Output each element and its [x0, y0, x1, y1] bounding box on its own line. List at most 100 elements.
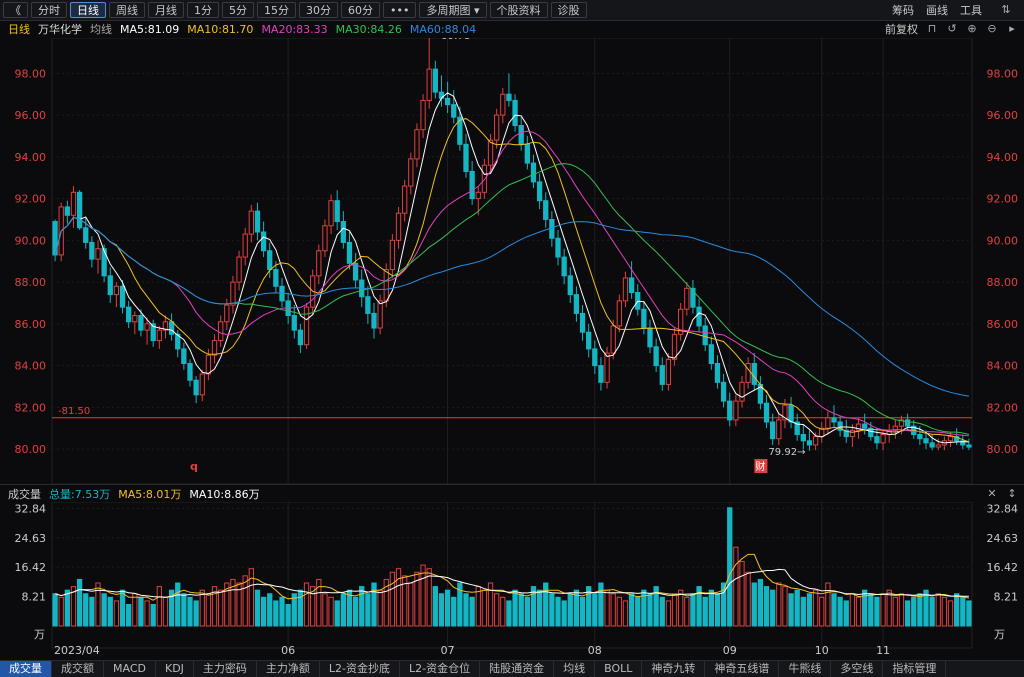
candle-body	[402, 185, 408, 214]
period-tab-9[interactable]: •••	[383, 2, 417, 18]
period-tab-12[interactable]: 诊股	[550, 2, 587, 18]
indicator-tab-0[interactable]: 成交量	[0, 661, 52, 677]
indicator-tab-2[interactable]: MACD	[104, 661, 156, 677]
volume-bar	[156, 586, 162, 627]
lock-icon[interactable]: ⊓	[926, 23, 938, 35]
volume-bar	[941, 596, 948, 627]
volume-title: 成交量	[8, 488, 41, 501]
volume-tick-label-right: 32.84	[987, 502, 1019, 515]
expand-icon[interactable]: ↕	[1006, 488, 1018, 500]
volume-bar	[365, 593, 371, 627]
candle-body	[230, 281, 236, 306]
volume-legend: 成交量 总量:7.53万 MA5:8.01万 MA10:8.86万 ✕ ↕	[0, 484, 1024, 503]
stock-name: 万华化学	[38, 23, 82, 36]
indicator-tab-13[interactable]: 牛熊线	[779, 661, 832, 677]
volume-bar	[193, 600, 199, 627]
volume-bar	[248, 568, 254, 627]
ma-style[interactable]: 均线	[90, 21, 112, 37]
period-tab-11[interactable]: 个股资料	[489, 2, 548, 18]
period-tab-8[interactable]: 60分	[341, 2, 380, 18]
period-tab-4[interactable]: 1分	[187, 2, 219, 18]
indicator-tab-5[interactable]: 主力净额	[257, 661, 320, 677]
tools-button[interactable]: 工具	[960, 2, 982, 18]
candle-body	[598, 365, 604, 383]
adjust-button[interactable]: 前复权	[885, 21, 918, 37]
undo-icon[interactable]: ↺	[946, 23, 958, 35]
period-tab-1[interactable]: 日线	[70, 2, 106, 18]
volume-bar	[451, 596, 457, 627]
share-icon[interactable]: ⇅	[1000, 4, 1012, 16]
volume-bar	[892, 596, 898, 627]
volume-bar	[751, 582, 757, 627]
volume-bar	[800, 596, 806, 627]
ma20-line	[54, 130, 969, 437]
candle-body	[849, 429, 856, 438]
volume-bar	[708, 589, 714, 627]
candle-body	[168, 321, 175, 335]
indicator-tab-1[interactable]: 成交额	[52, 661, 104, 677]
close-icon[interactable]: ✕	[986, 488, 998, 500]
volume-tick-label: 24.63	[15, 532, 47, 545]
indicator-tab-11[interactable]: 神奇九转	[642, 661, 706, 677]
volume-bar	[420, 564, 426, 627]
indicator-tab-8[interactable]: 陆股通资金	[480, 661, 555, 677]
indicator-tab-4[interactable]: 主力密码	[194, 661, 257, 677]
candle-body	[567, 275, 573, 296]
y-tick-label: 86.00	[15, 318, 47, 331]
candle-body	[444, 97, 451, 106]
period-tab-6[interactable]: 15分	[257, 2, 296, 18]
y-tick-label-right: 92.00	[987, 193, 1019, 206]
indicator-tab-14[interactable]: 多空线	[831, 661, 884, 677]
next-icon[interactable]: ▸	[1006, 23, 1018, 35]
indicator-tab-10[interactable]: BOLL	[595, 661, 643, 677]
volume-bar	[665, 600, 672, 627]
volume-bar	[187, 596, 193, 627]
indicator-tab-7[interactable]: L2-资金仓位	[400, 661, 481, 677]
period-tab-0[interactable]: 分时	[31, 2, 67, 18]
volume-bar	[162, 596, 169, 627]
period-tab-2[interactable]: 周线	[109, 2, 145, 18]
candle-body	[610, 325, 616, 354]
volume-bar	[475, 586, 481, 627]
volume-bar	[260, 596, 267, 627]
volume-bar	[444, 589, 451, 627]
chips-button[interactable]: 筹码	[892, 2, 914, 18]
indicator-tab-12[interactable]: 神奇五线谱	[705, 661, 780, 677]
volume-bar	[64, 589, 70, 627]
candle-body	[487, 139, 494, 166]
period-tab-5[interactable]: 5分	[222, 2, 254, 18]
indicator-tab-6[interactable]: L2-资金抄底	[320, 661, 401, 677]
indicator-tab-15[interactable]: 指标管理	[883, 661, 947, 677]
volume-chart[interactable]: 32.84 32.84 24.63 24.63 16.42 16.42 8.21 8.21 万 万…	[0, 502, 1024, 660]
candle-body	[947, 436, 954, 442]
zoom-in-icon[interactable]: ⊕	[966, 23, 978, 35]
back-button[interactable]: 《	[3, 2, 28, 18]
volume-bar	[389, 571, 396, 627]
y-tick-label: 96.00	[15, 109, 47, 122]
volume-bar	[512, 589, 518, 627]
candlestick-chart[interactable]: 80.00 80.00 82.00 82.00 84.00 84.00 86.00 86.00…	[0, 38, 1024, 484]
candle-body	[107, 275, 113, 296]
x-tick-label: 06	[281, 644, 295, 657]
volume-bar	[579, 596, 586, 627]
indicator-tab-9[interactable]: 均线	[554, 661, 596, 677]
period-tab-3[interactable]: 月线	[148, 2, 184, 18]
volume-tick-label-right: 8.21	[994, 591, 1019, 604]
candle-body	[426, 68, 432, 101]
period-tab-7[interactable]: 30分	[299, 2, 338, 18]
y-tick-label-right: 86.00	[987, 318, 1019, 331]
candle-body	[389, 239, 396, 271]
volume-bar	[745, 571, 751, 627]
volume-bar	[960, 596, 966, 627]
volume-bar	[904, 600, 911, 627]
draw-button[interactable]: 画线	[926, 2, 948, 18]
indicator-tab-3[interactable]: KDJ	[156, 661, 194, 677]
volume-bar	[794, 589, 800, 627]
candle-body	[469, 170, 475, 200]
y-tick-label: 94.00	[15, 151, 47, 164]
candle-body	[481, 164, 488, 193]
candle-body	[604, 352, 610, 383]
period-tab-10[interactable]: 多周期图 ▾	[419, 2, 487, 18]
zoom-out-icon[interactable]: ⊖	[986, 23, 998, 35]
candle-body	[205, 354, 212, 375]
